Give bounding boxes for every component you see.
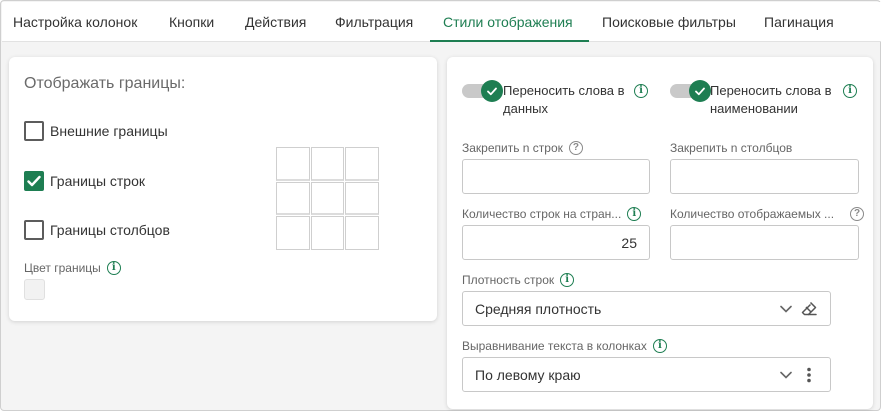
rows-per-page-input[interactable]: 25 xyxy=(462,225,650,260)
border-preview-grid xyxy=(276,147,379,250)
display-settings-card: Переносить слова в данных i Переносить с… xyxy=(447,57,873,409)
align-label: Выравнивание текста в колонках xyxy=(462,339,647,353)
preview-cell xyxy=(310,216,345,250)
freeze-rows-label: Закрепить n строк xyxy=(462,141,563,155)
preview-cell xyxy=(345,147,379,181)
density-select-value: Средняя плотность xyxy=(475,300,602,317)
preview-cell xyxy=(276,181,310,216)
wrap-data-label: Переносить слова в данных xyxy=(503,82,625,118)
row-borders-checkbox[interactable] xyxy=(24,171,44,191)
check-icon xyxy=(487,87,497,95)
check-icon xyxy=(695,87,705,95)
tab-columns[interactable]: Настройка колонок xyxy=(13,2,137,42)
info-icon[interactable]: i xyxy=(106,261,121,275)
outer-borders-label: Внешние границы xyxy=(50,123,168,139)
align-select[interactable]: По левому краю xyxy=(462,357,831,392)
density-label: Плотность строк xyxy=(462,273,555,287)
settings-panel: Настройка колонок Кнопки Действия Фильтр… xyxy=(0,0,881,411)
wrap-data-label-line2: данных xyxy=(503,101,549,116)
tab-display-styles[interactable]: Стили отображения xyxy=(443,2,573,42)
align-select-value: По левому краю xyxy=(475,366,581,383)
chevron-down-icon[interactable] xyxy=(780,305,792,313)
column-borders-checkbox[interactable] xyxy=(24,220,44,240)
column-borders-option[interactable]: Границы столбцов xyxy=(24,219,170,241)
wrap-header-toggle[interactable] xyxy=(670,80,714,102)
wrap-header-label-line2: наименовании xyxy=(710,101,798,116)
preview-cell xyxy=(310,147,345,181)
border-color-label-row: Цвет границы i xyxy=(24,261,121,275)
visible-count-input[interactable] xyxy=(670,225,859,260)
border-color-swatch[interactable] xyxy=(24,279,45,300)
borders-title: Отображать границы: xyxy=(24,75,186,92)
preview-cell xyxy=(345,216,379,250)
density-select[interactable]: Средняя плотность xyxy=(462,291,831,326)
freeze-rows-input[interactable] xyxy=(462,159,650,194)
info-icon[interactable]: i xyxy=(627,207,642,221)
row-borders-label: Границы строк xyxy=(50,173,145,189)
freeze-cols-label: Закрепить n столбцов xyxy=(670,141,793,155)
freeze-cols-input[interactable] xyxy=(670,159,859,194)
preview-cell xyxy=(345,181,379,216)
info-icon[interactable]: i xyxy=(652,339,667,353)
outer-borders-checkbox[interactable] xyxy=(24,121,44,141)
wrap-data-label-line1: Переносить слова в xyxy=(503,83,625,98)
borders-card: Отображать границы: Внешние границы Гран… xyxy=(9,57,437,321)
visible-count-label-row: Количество отображаемых ... ? xyxy=(670,207,865,221)
chevron-down-icon[interactable] xyxy=(780,371,792,379)
preview-cell xyxy=(276,216,310,250)
info-icon[interactable]: i xyxy=(843,84,857,98)
toggle-knob xyxy=(689,80,711,102)
info-icon[interactable]: i xyxy=(560,273,575,287)
tab-search-filters[interactable]: Поисковые фильтры xyxy=(602,2,736,42)
tab-pagination[interactable]: Пагинация xyxy=(764,2,834,42)
freeze-rows-label-row: Закрепить n строк ? xyxy=(462,141,583,155)
align-label-row: Выравнивание текста в колонках i xyxy=(462,339,667,353)
help-icon[interactable]: ? xyxy=(850,207,865,221)
active-tab-indicator xyxy=(430,40,589,42)
tab-bar: Настройка колонок Кнопки Действия Фильтр… xyxy=(2,2,881,42)
wrap-header-label: Переносить слова в наименовании xyxy=(710,82,832,118)
rows-per-page-label: Количество строк на стран... xyxy=(462,207,622,221)
wrap-header-label-line1: Переносить слова в xyxy=(710,83,832,98)
column-borders-label: Границы столбцов xyxy=(50,222,170,238)
outer-borders-option[interactable]: Внешние границы xyxy=(24,120,168,142)
row-borders-option[interactable]: Границы строк xyxy=(24,170,145,192)
eraser-icon[interactable] xyxy=(800,300,818,318)
tab-filtering[interactable]: Фильтрация xyxy=(335,2,413,42)
toggle-knob xyxy=(481,80,503,102)
help-icon[interactable]: ? xyxy=(568,141,583,155)
rows-per-page-label-row: Количество строк на стран... i xyxy=(462,207,642,221)
tab-buttons[interactable]: Кнопки xyxy=(169,2,214,42)
check-icon xyxy=(27,175,41,187)
preview-cell xyxy=(310,181,345,216)
density-label-row: Плотность строк i xyxy=(462,273,575,287)
preview-cell xyxy=(276,147,310,181)
visible-count-label: Количество отображаемых ... xyxy=(670,207,835,221)
wrap-data-toggle[interactable] xyxy=(462,80,506,102)
more-vertical-icon[interactable] xyxy=(800,366,818,384)
info-icon[interactable]: i xyxy=(634,84,648,98)
tab-actions[interactable]: Действия xyxy=(245,2,306,42)
border-color-label: Цвет границы xyxy=(24,261,101,275)
freeze-cols-label-row: Закрепить n столбцов xyxy=(670,141,792,155)
